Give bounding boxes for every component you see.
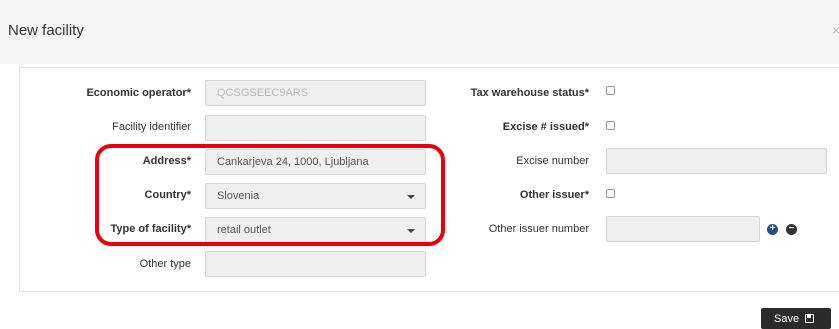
tax-warehouse-status-checkbox[interactable] [606,86,615,95]
address-label: Address* [142,155,191,167]
type-of-facility-select[interactable]: retail outlet [205,217,426,243]
other-issuer-number-field[interactable] [606,216,760,242]
tax-warehouse-status-label: Tax warehouse status* [470,87,589,99]
excise-number-field[interactable] [606,148,827,174]
excise-issued-checkbox[interactable] [606,121,615,130]
facility-identifier-label: Facility identifier [112,121,191,133]
other-type-field[interactable] [205,251,426,277]
type-of-facility-label: Type of facility* [110,223,191,235]
address-field[interactable]: Cankarjeva 24, 1000, Ljubljana [205,149,426,175]
dialog-title: New facility [8,22,84,39]
minus-circle-icon[interactable]: − [786,224,797,235]
type-of-facility-value: retail outlet [217,224,271,236]
save-label: Save [774,313,800,325]
save-button[interactable]: Save [761,308,831,329]
country-label: Country* [144,189,191,201]
dialog-header: New facility × [0,0,839,64]
country-select[interactable]: Slovenia [205,183,426,209]
other-type-label: Other type [139,258,191,270]
country-value: Slovenia [217,190,260,202]
floppy-disk-icon [805,314,815,323]
economic-operator-field: QCSGSEEC9ARS [205,80,426,106]
close-icon[interactable]: × [832,22,839,38]
plus-circle-icon[interactable]: + [767,224,778,235]
facility-identifier-field[interactable] [205,115,426,141]
chevron-down-icon [407,229,415,233]
economic-operator-label: Economic operator* [86,87,191,99]
chevron-down-icon [407,195,415,199]
other-issuer-label: Other issuer* [519,189,589,201]
other-issuer-number-label: Other issuer number [488,223,589,235]
excise-number-label: Excise number [516,155,589,167]
excise-issued-label: Excise # issued* [502,121,589,133]
other-issuer-checkbox[interactable] [606,189,615,198]
